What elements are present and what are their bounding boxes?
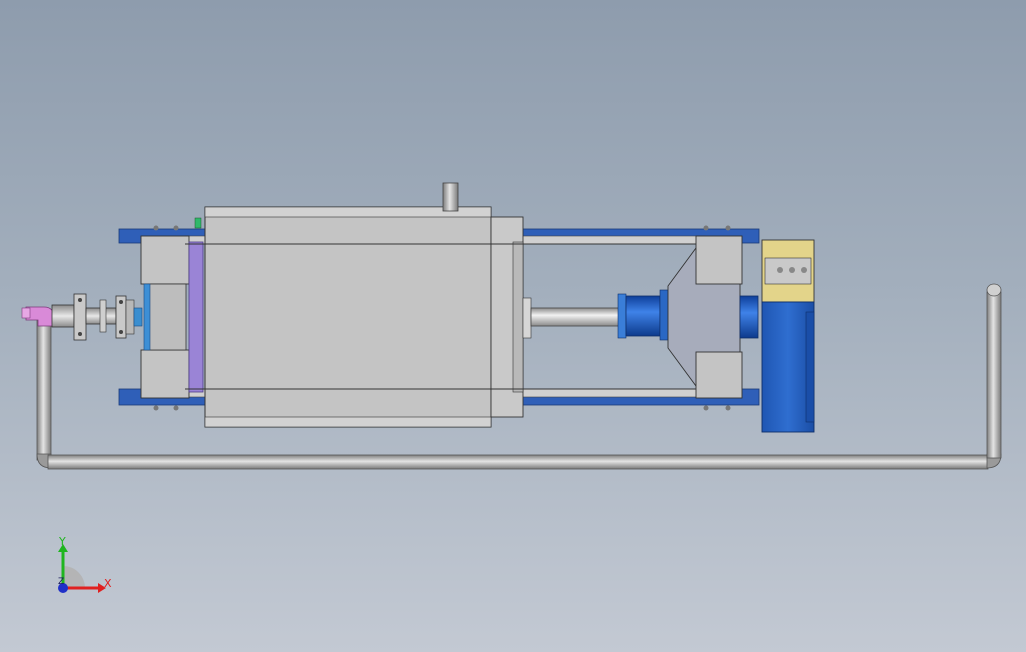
drive-shaft[interactable] <box>522 297 622 339</box>
z-axis-label: Z <box>58 577 64 587</box>
inlet-valve-assembly[interactable] <box>51 293 143 341</box>
y-axis-label: Y <box>58 535 66 548</box>
drive-motor[interactable] <box>761 239 815 433</box>
x-axis-label: X <box>104 577 112 590</box>
shaft-coupling[interactable] <box>617 289 669 341</box>
gearbox-housing[interactable] <box>667 225 759 411</box>
model-view[interactable]: X Y Z <box>0 0 1026 652</box>
inlet-elbow-fitting[interactable] <box>21 306 55 327</box>
main-cylinder-body[interactable] <box>204 206 524 428</box>
graphics-viewport[interactable]: X Y Z <box>0 0 1026 652</box>
coordinate-triad[interactable]: X Y Z <box>58 535 112 593</box>
left-end-block[interactable] <box>140 217 204 411</box>
vent-port[interactable] <box>442 182 459 212</box>
